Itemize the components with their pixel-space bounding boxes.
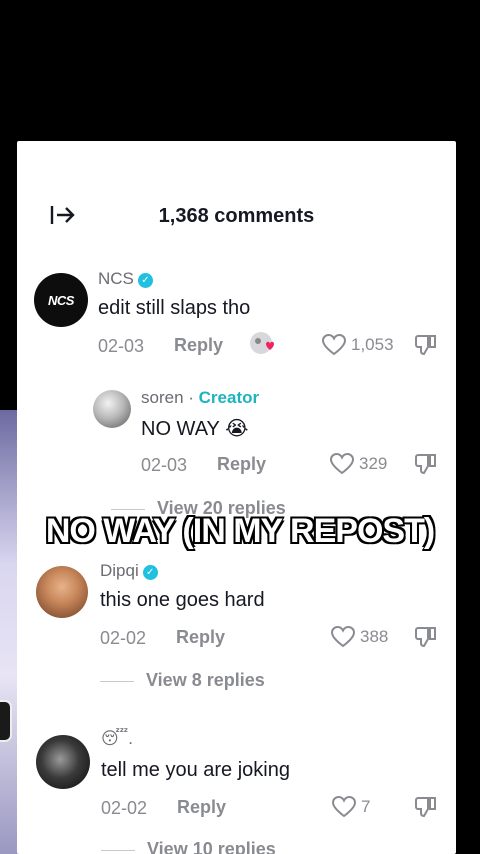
avatar-logo-text: NCS [48, 292, 74, 308]
like-count: 1,053 [351, 335, 394, 354]
creator-badge: Creator [198, 388, 260, 407]
comment-text: this one goes hard [100, 589, 265, 611]
comments-panel: 1,368 comments NCS NCS ✓ edit still slaps… [17, 141, 456, 854]
like-count: 388 [360, 627, 389, 646]
like-button[interactable]: 1,053 [321, 333, 394, 357]
comment-date: 02-03 [98, 336, 145, 356]
reply-button[interactable]: Reply [217, 454, 266, 475]
comments-count-title: 1,368 comments [158, 205, 315, 227]
dislike-icon[interactable] [415, 333, 437, 362]
reply-button[interactable]: Reply [174, 335, 223, 356]
verified-icon: ✓ [142, 565, 158, 580]
dislike-icon[interactable] [415, 625, 437, 654]
avatar[interactable] [36, 566, 88, 618]
comment-username[interactable]: soren · Creator [141, 388, 259, 408]
creator-liked-icon [249, 331, 277, 357]
like-count: 329 [359, 454, 388, 473]
avatar[interactable]: NCS [34, 273, 88, 327]
like-button[interactable]: 388 [330, 625, 388, 649]
heart-icon [330, 625, 356, 648]
verified-icon: ✓ [137, 273, 153, 288]
dislike-icon[interactable] [415, 452, 437, 481]
background-element [0, 700, 12, 742]
dislike-icon[interactable] [415, 795, 437, 824]
comment-text: tell me you are joking [101, 759, 290, 781]
comment-username[interactable]: Dipqi ✓ [100, 561, 158, 581]
heart-icon [329, 452, 355, 475]
video-caption-overlay: NO WAY (IN MY REPOST) [45, 511, 436, 551]
avatar[interactable] [36, 735, 90, 789]
avatar[interactable] [93, 390, 131, 428]
reply-button[interactable]: Reply [176, 627, 225, 648]
comment-text: edit still slaps tho [98, 297, 251, 319]
like-button[interactable]: 329 [329, 452, 387, 476]
divider [101, 849, 135, 851]
comment-date: 02-02 [100, 628, 147, 648]
divider [100, 680, 134, 682]
background-video-strip [0, 410, 18, 854]
view-replies-button[interactable]: View 10 replies [101, 839, 276, 854]
heart-icon [321, 333, 347, 356]
heart-icon [331, 795, 357, 818]
comment-date: 02-02 [101, 798, 148, 818]
view-replies-button[interactable]: View 8 replies [100, 670, 265, 691]
comment-username[interactable]: 😴. [101, 729, 133, 749]
comment-username[interactable]: NCS ✓ [98, 269, 153, 289]
like-count: 7 [361, 797, 371, 816]
comment-date: 02-03 [141, 455, 188, 475]
comment-text: NO WAY 😭 [141, 418, 249, 440]
like-button[interactable]: 7 [331, 795, 370, 819]
divider [111, 508, 145, 510]
reply-button[interactable]: Reply [177, 797, 226, 818]
